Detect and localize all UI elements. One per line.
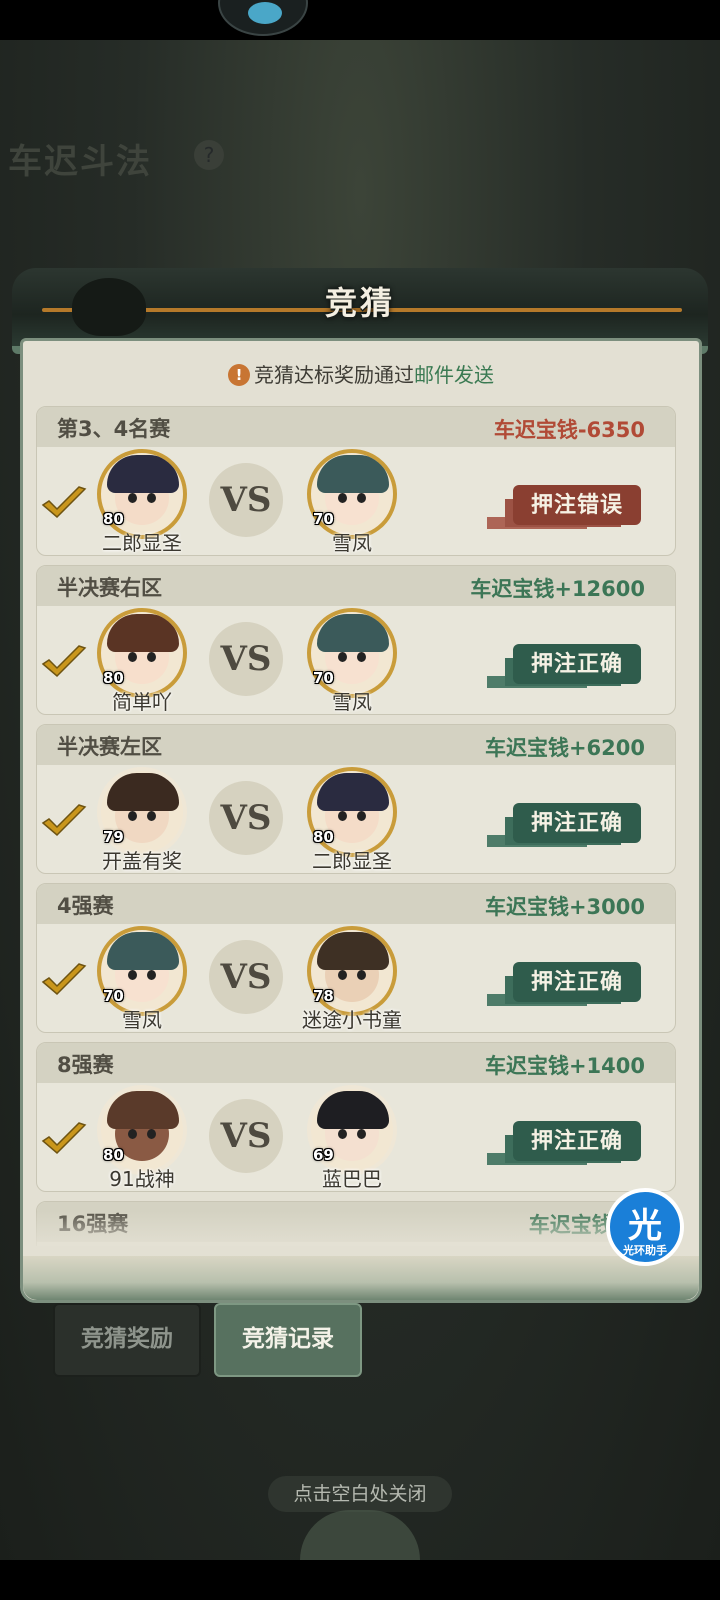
app-logo-icon: [218, 0, 308, 36]
player-level: 80: [313, 828, 334, 846]
help-icon: ?: [194, 140, 224, 170]
bet-wrong-stamp: 押注错误: [513, 485, 641, 525]
reward-amount: 车迟宝钱-6350: [493, 418, 645, 442]
checkmark-icon: [41, 645, 87, 678]
checkmark-icon: [41, 963, 87, 996]
match-header: 半决赛左区 车迟宝钱+6200: [37, 725, 675, 765]
player-name: 迷途小书童: [302, 1008, 402, 1032]
player-name: 二郎显圣: [102, 531, 182, 555]
match-header: 8强赛 车迟宝钱+1400: [37, 1043, 675, 1083]
status-bar: [0, 0, 720, 40]
match-card: 半决赛左区 车迟宝钱+6200 79 开盖有奖 VS 80 二郎显圣 押注正确: [36, 724, 676, 874]
halo-assistant-label: 光环助手: [623, 1244, 667, 1257]
player-level: 69: [313, 1146, 334, 1164]
round-name: 第3、4名赛: [57, 417, 171, 441]
match-card: 4强赛 车迟宝钱+3000 70 雪凤 VS 78 迷途小书童 押注正确: [36, 883, 676, 1033]
bet-correct-stamp: 押注正确: [513, 644, 641, 684]
player-name: 简単吖: [112, 690, 172, 714]
reward-amount: 车迟宝钱+1400: [484, 1054, 645, 1078]
vs-badge: VS: [209, 463, 283, 537]
reward-amount: 车迟宝钱+3000: [484, 895, 645, 919]
bet-correct-stamp: 押注正确: [513, 962, 641, 1002]
halo-assistant-button[interactable]: 光 光环助手: [606, 1188, 684, 1266]
match-card: 半决赛右区 车迟宝钱+12600 80 简単吖 VS 70 雪凤 押注正确: [36, 565, 676, 715]
player-level: 79: [103, 828, 124, 846]
reward-amount: 车迟宝钱+12600: [470, 577, 645, 601]
checkmark-icon: [41, 486, 87, 519]
navigation-bar: [0, 1560, 720, 1600]
tab-betting-rewards[interactable]: 竞猜奖励: [53, 1303, 201, 1377]
round-name: 半决赛左区: [57, 735, 162, 759]
match-record-list[interactable]: 第3、4名赛 车迟宝钱-6350 80 二郎显圣 VS 70 雪凤 押注错误 半决赛右区 车迟宝钱…: [36, 406, 676, 1246]
close-hint[interactable]: 点击空白处关闭: [268, 1476, 452, 1512]
bet-correct-stamp: 押注正确: [513, 1121, 641, 1161]
vs-badge: VS: [209, 781, 283, 855]
match-header: 4强赛 车迟宝钱+3000: [37, 884, 675, 924]
round-name: 4强赛: [57, 894, 114, 918]
panel-title: 竞猜: [324, 284, 395, 322]
checkmark-icon: [41, 804, 87, 837]
player-name: 雪凤: [122, 1008, 162, 1032]
player-level: 80: [103, 1146, 124, 1164]
player-name: 二郎显圣: [312, 849, 392, 873]
round-name: 半决赛右区: [57, 576, 162, 600]
player-name: 开盖有奖: [102, 849, 182, 873]
mail-link[interactable]: 邮件发送: [414, 363, 494, 387]
background-title: 车迟斗法: [8, 142, 152, 182]
player-level: 80: [103, 669, 124, 687]
panel-bottom-decoration: [23, 1256, 699, 1300]
reward-amount: 车迟宝钱+6200: [484, 736, 645, 760]
player-level: 78: [313, 987, 334, 1005]
player-level: 70: [313, 510, 334, 528]
notice-text: 竞猜达标奖励通过: [254, 363, 414, 387]
vs-badge: VS: [209, 1099, 283, 1173]
checkmark-icon: [41, 1122, 87, 1155]
match-card: 8强赛 车迟宝钱+1400 80 91战神 VS 69 蓝巴巴 押注正确: [36, 1042, 676, 1192]
warning-icon: !: [228, 364, 250, 386]
tab-betting-records[interactable]: 竞猜记录: [214, 1303, 362, 1377]
player-name: 雪凤: [332, 531, 372, 555]
match-card: 第3、4名赛 车迟宝钱-6350 80 二郎显圣 VS 70 雪凤 押注错误: [36, 406, 676, 556]
player-name: 雪凤: [332, 690, 372, 714]
match-header: 半决赛右区 车迟宝钱+12600: [37, 566, 675, 606]
halo-assistant-icon: 光: [628, 1206, 662, 1246]
match-header: 第3、4名赛 车迟宝钱-6350: [37, 407, 675, 447]
player-level: 70: [313, 669, 334, 687]
player-name: 蓝巴巴: [322, 1167, 382, 1191]
round-name: 8强赛: [57, 1053, 114, 1077]
vs-badge: VS: [209, 940, 283, 1014]
player-level: 80: [103, 510, 124, 528]
reward-notice: ! 竞猜达标奖励通过邮件发送: [23, 359, 699, 388]
vs-badge: VS: [209, 622, 283, 696]
player-level: 70: [103, 987, 124, 1005]
bet-correct-stamp: 押注正确: [513, 803, 641, 843]
player-name: 91战神: [109, 1167, 175, 1191]
betting-panel: ! 竞猜达标奖励通过邮件发送 第3、4名赛 车迟宝钱-6350 80 二郎显圣 VS 70 雪…: [20, 338, 702, 1303]
